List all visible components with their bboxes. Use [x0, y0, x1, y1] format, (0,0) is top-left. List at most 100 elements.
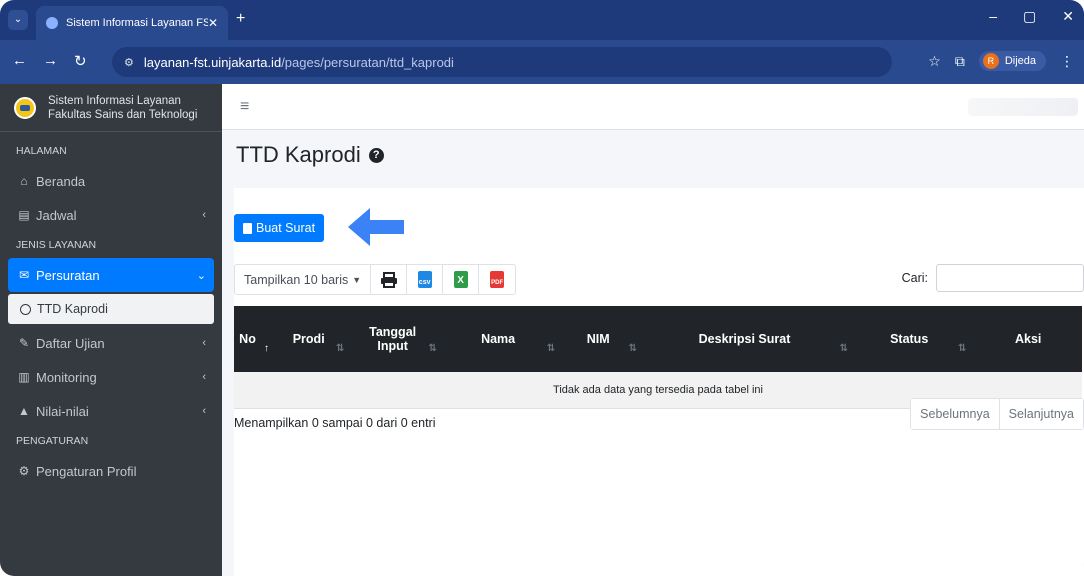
- table-header-row: No ↑ Prodi ⇅ Tanggal Input ⇅ Nama ⇅ NIM ⇅ Desk…: [234, 306, 1082, 372]
- edit-icon: ✎: [18, 336, 30, 350]
- export-excel-button[interactable]: X: [443, 265, 480, 294]
- reload-icon[interactable]: ↻: [74, 52, 87, 70]
- export-csv-button[interactable]: csv: [407, 265, 444, 294]
- file-plus-icon: [243, 222, 252, 234]
- col-prodi[interactable]: Prodi ⇅: [277, 306, 353, 372]
- col-no[interactable]: No ↑: [234, 306, 278, 372]
- cogs-icon: ⚙: [18, 464, 30, 478]
- sort-icon: ⇅: [628, 343, 638, 354]
- extensions-icon[interactable]: ⧉: [955, 53, 965, 70]
- col-nama[interactable]: Nama ⇅: [444, 306, 564, 372]
- home-icon: ⌂: [20, 174, 28, 188]
- sidebar-item-monitoring[interactable]: ▥ Monitoring ‹: [0, 360, 222, 394]
- close-tab-icon[interactable]: ✕: [208, 16, 218, 30]
- pdf-file-icon: PDF: [490, 271, 505, 288]
- print-button[interactable]: [371, 265, 408, 294]
- page-length-label: Tampilkan 10 baris: [244, 272, 349, 287]
- nav-header-jenis-layanan: JENIS LAYANAN: [16, 239, 97, 251]
- col-no-label: No: [239, 332, 256, 346]
- sidebar-item-persuratan[interactable]: ✉ Persuratan ⌄: [8, 258, 214, 292]
- avatar: R: [982, 53, 999, 69]
- help-icon[interactable]: ?: [368, 147, 384, 163]
- col-tanggal-label: Tanggal: [369, 325, 417, 339]
- col-aksi-label: Aksi: [1014, 332, 1042, 346]
- tab-bar: ⌄ Sistem Informasi Layanan FST ✕ + – ▢ ✕: [0, 0, 1084, 40]
- sort-icon: ⇅: [428, 343, 437, 354]
- sidebar-label-jadwal: Jadwal: [36, 207, 77, 223]
- tab-search-icon[interactable]: ⌄: [8, 10, 28, 30]
- create-letter-label: Buat Surat: [256, 221, 316, 235]
- browser-menu-icon[interactable]: ⋮: [1060, 53, 1074, 70]
- favicon-icon: [46, 17, 58, 29]
- col-deskripsi-label: Deskripsi Surat: [698, 332, 791, 346]
- circle-icon: [20, 303, 31, 315]
- data-table: No ↑ Prodi ⇅ Tanggal Input ⇅ Nama ⇅ NIM ⇅ Desk…: [234, 306, 1082, 409]
- sidebar-label-pengaturan-profil: Pengaturan Profil: [36, 463, 137, 479]
- sort-icon: ⇅: [546, 343, 556, 354]
- prev-page-button[interactable]: Sebelumnya: [911, 399, 1000, 429]
- forward-icon[interactable]: →: [43, 52, 58, 70]
- url-field[interactable]: ⚙ layanan-fst.uinjakarta.id/pages/persur…: [112, 47, 892, 77]
- col-prodi-label: Prodi: [292, 332, 325, 346]
- brand-line2: Fakultas Sains dan Teknologi: [48, 108, 198, 121]
- col-aksi: Aksi: [974, 306, 1082, 372]
- sidebar-label-daftar-ujian: Daftar Ujian: [36, 335, 105, 351]
- calendar-icon: ▤: [18, 208, 30, 222]
- col-deskripsi[interactable]: Deskripsi Surat ⇅: [645, 306, 856, 372]
- page-length-select[interactable]: Tampilkan 10 baris ▼: [235, 265, 372, 294]
- col-nim[interactable]: NIM ⇅: [563, 306, 646, 372]
- nav-header-halaman: HALAMAN: [16, 145, 67, 157]
- close-window-icon[interactable]: ✕: [1062, 8, 1074, 25]
- col-nama-label: Nama: [481, 332, 516, 346]
- sidebar-label-persuratan: Persuratan: [36, 267, 100, 283]
- chevron-down-icon: ⌄: [196, 269, 206, 282]
- top-navbar: ≡: [222, 84, 1084, 130]
- search-input[interactable]: [936, 264, 1084, 292]
- col-tanggal-input[interactable]: Tanggal Input ⇅: [352, 306, 445, 372]
- sidebar-item-nilai[interactable]: ▲ Nilai-nilai ‹: [0, 394, 222, 428]
- nav-header-pengaturan: PENGATURAN: [16, 435, 89, 447]
- browser-actions: ☆ ⧉ R Dijeda ⋮: [928, 51, 1074, 71]
- col-nim-label: NIM: [586, 332, 610, 346]
- sidebar-label-monitoring: Monitoring: [36, 369, 97, 385]
- browser-window: ⌄ Sistem Informasi Layanan FST ✕ + – ▢ ✕…: [0, 0, 1084, 576]
- browser-tab[interactable]: Sistem Informasi Layanan FST ✕: [36, 6, 228, 40]
- sidebar-subitem-ttd-kaprodi[interactable]: TTD Kaprodi: [8, 294, 214, 324]
- table-search: Cari:: [902, 264, 1084, 292]
- csv-file-icon: csv: [417, 271, 432, 288]
- sidebar: Sistem Informasi Layanan Fakultas Sains …: [0, 84, 222, 576]
- mail-icon: ✉: [18, 268, 30, 282]
- minimize-icon[interactable]: –: [989, 8, 997, 25]
- tab-title: Sistem Informasi Layanan FST: [66, 17, 208, 29]
- chevron-left-icon: ‹: [202, 405, 206, 417]
- profile-name: Dijeda: [1004, 55, 1036, 67]
- table-toolbar: Tampilkan 10 baris ▼ csv X PDF: [234, 264, 517, 295]
- uin-logo-icon: [14, 96, 36, 119]
- sidebar-item-jadwal[interactable]: ▤ Jadwal ‹: [0, 198, 222, 232]
- new-tab-icon[interactable]: +: [236, 10, 245, 28]
- hamburger-menu-icon[interactable]: ≡: [240, 98, 249, 116]
- sidebar-label-nilai: Nilai-nilai: [36, 403, 89, 419]
- profile-button[interactable]: R Dijeda: [978, 51, 1046, 71]
- sort-asc-icon: ↑: [264, 343, 270, 354]
- next-page-button[interactable]: Selanjutnya: [999, 399, 1083, 429]
- sidebar-item-pengaturan-profil[interactable]: ⚙ Pengaturan Profil: [0, 454, 222, 488]
- back-icon[interactable]: ←: [12, 52, 27, 70]
- restore-icon[interactable]: ▢: [1023, 8, 1036, 25]
- sort-icon: ⇅: [839, 343, 848, 354]
- col-input-label: Input: [377, 339, 408, 353]
- page-header: TTD Kaprodi ?: [222, 130, 1084, 180]
- brand-link[interactable]: Sistem Informasi Layanan Fakultas Sains …: [0, 84, 222, 132]
- sort-icon: ⇅: [335, 343, 345, 354]
- sidebar-item-daftar-ujian[interactable]: ✎ Daftar Ujian ‹: [0, 326, 222, 360]
- url-host: layanan-fst.uinjakarta.id: [143, 54, 282, 70]
- create-letter-button[interactable]: Buat Surat: [234, 214, 325, 242]
- bookmark-star-icon[interactable]: ☆: [928, 53, 941, 70]
- export-pdf-button[interactable]: PDF: [479, 265, 515, 294]
- sidebar-label-beranda: Beranda: [36, 173, 86, 189]
- col-status[interactable]: Status ⇅: [855, 306, 975, 372]
- user-menu[interactable]: [968, 98, 1078, 116]
- site-info-icon[interactable]: ⚙: [124, 56, 134, 69]
- content-card: Buat Surat Tampilkan 10 baris ▼ csv X PD…: [234, 188, 1084, 576]
- sidebar-item-beranda[interactable]: ⌂ Beranda: [0, 164, 222, 198]
